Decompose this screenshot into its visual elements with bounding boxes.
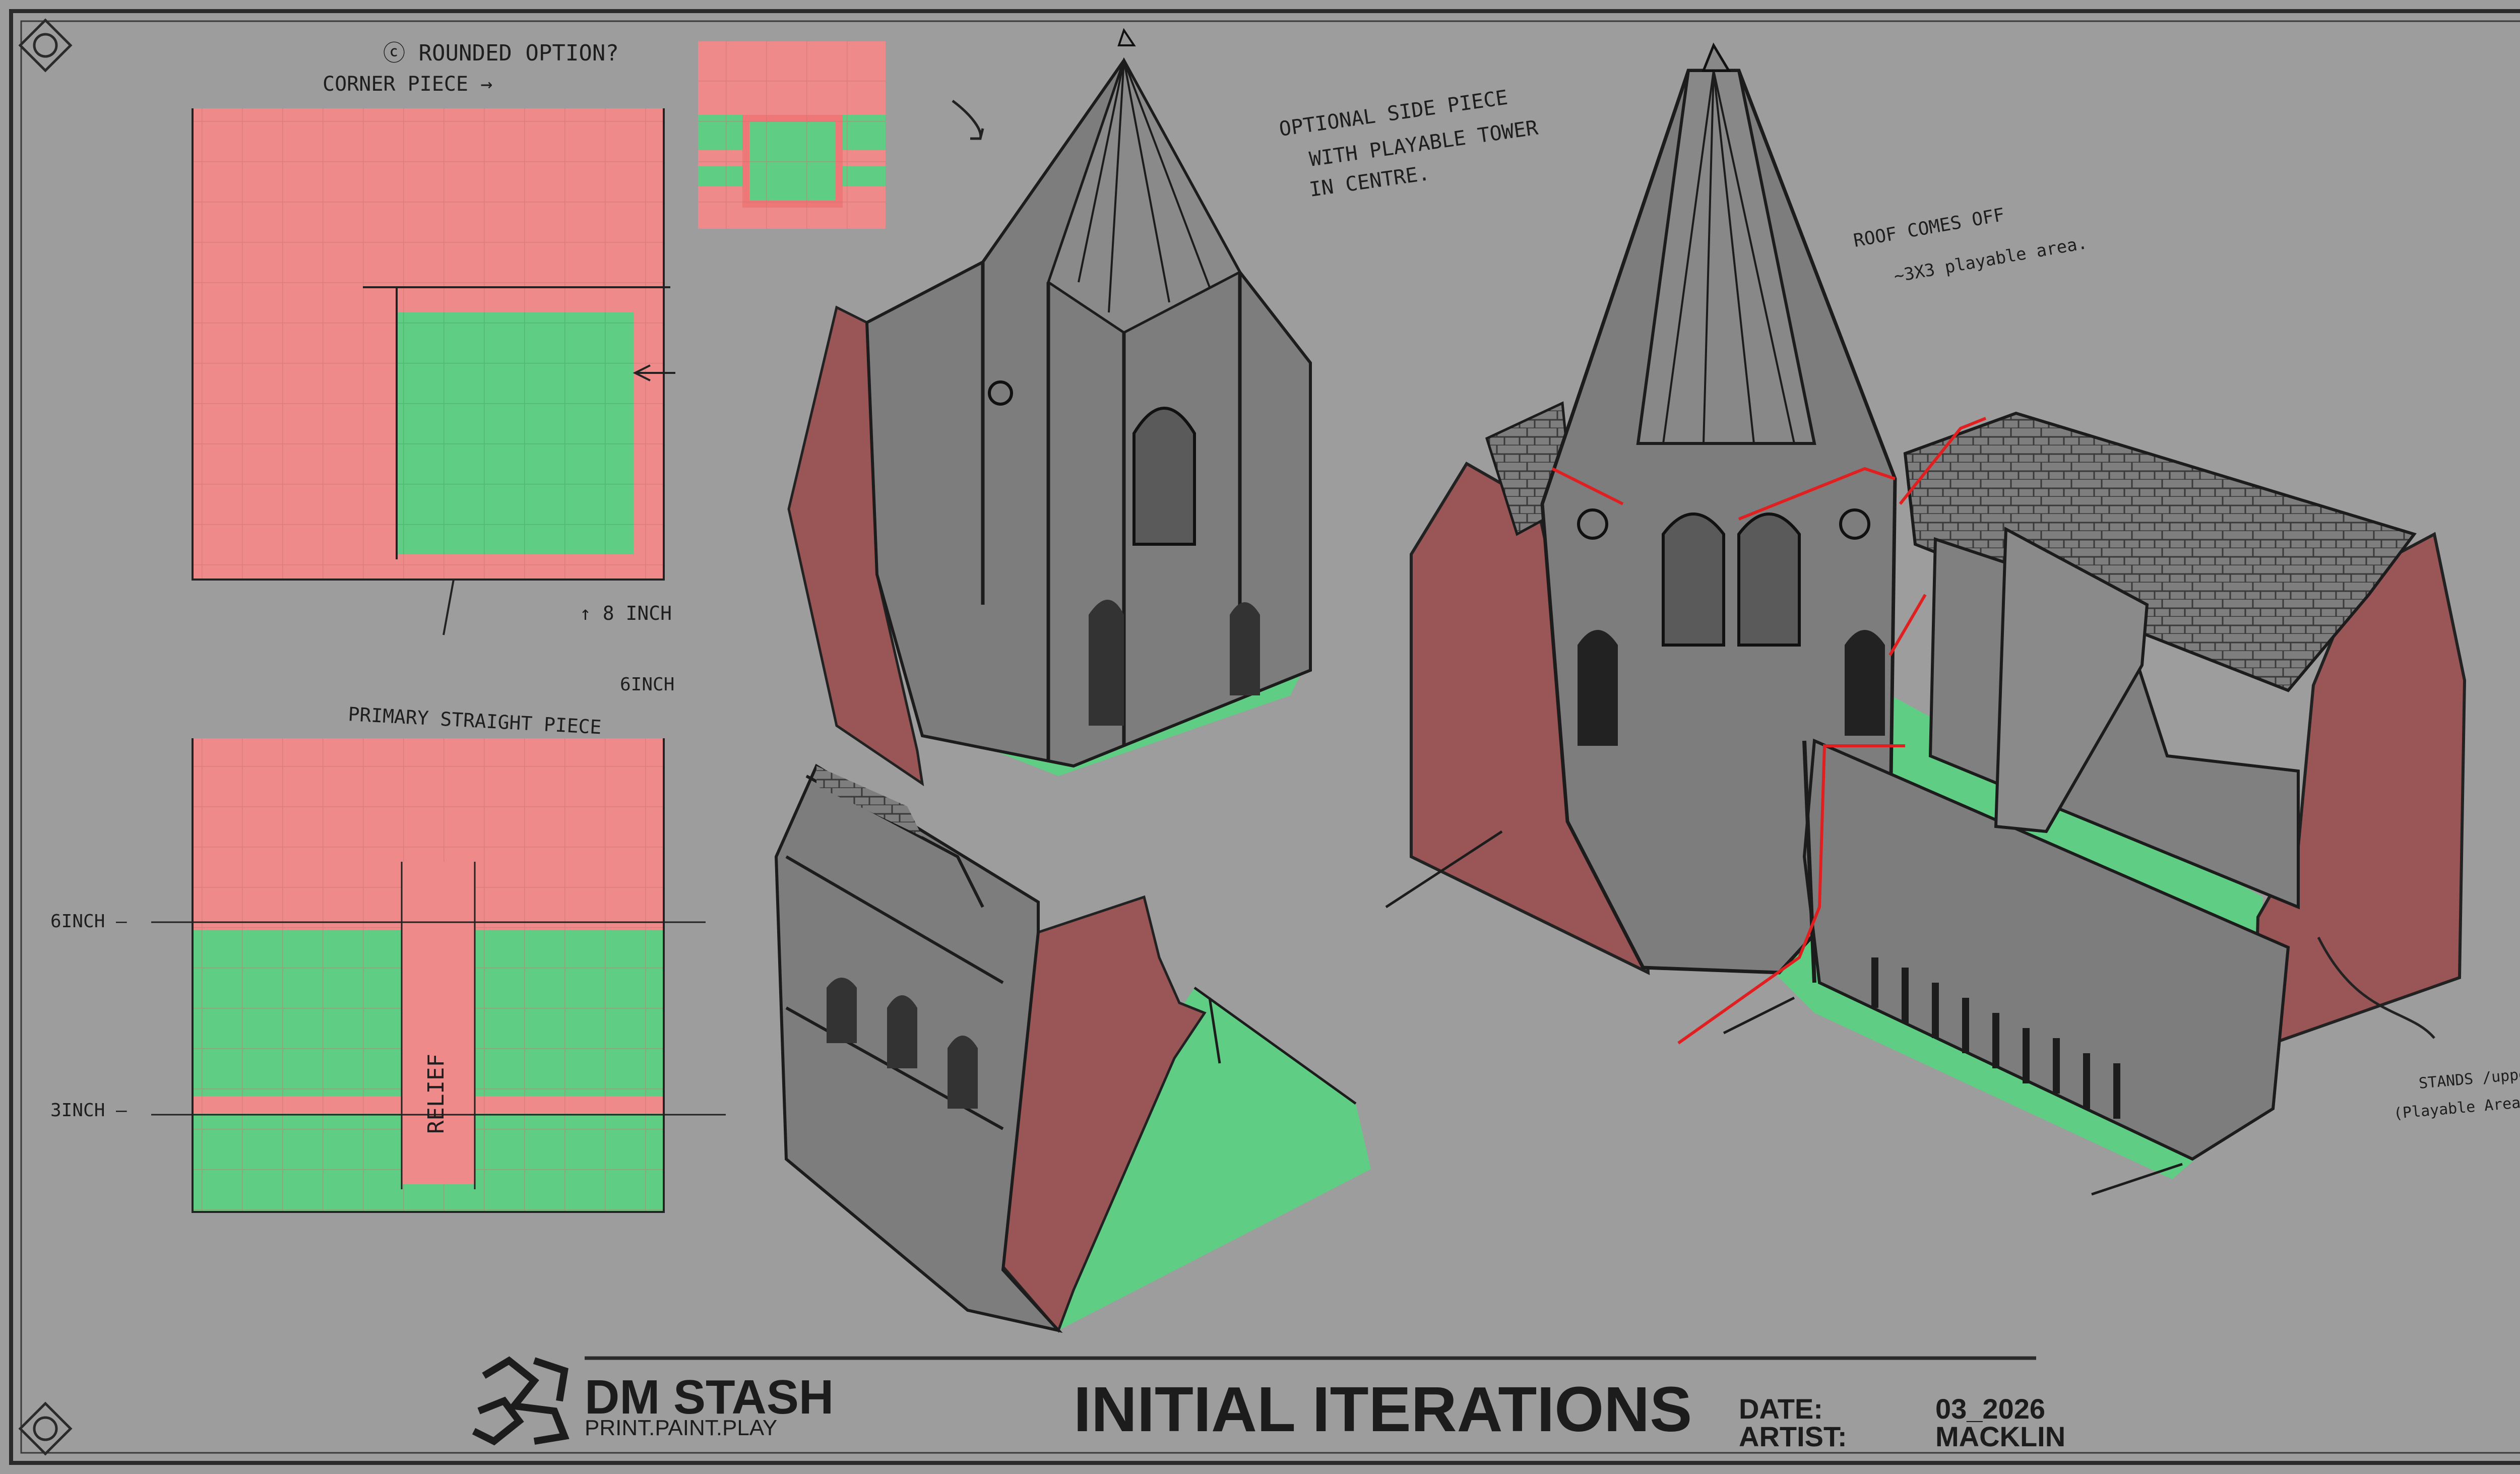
note-stands-1: STANDS /upper level [2418, 1060, 2520, 1093]
sheet-title: INITIAL ITERATIONS [1074, 1374, 1692, 1445]
note-relief: RELIEF [423, 1054, 449, 1134]
note-roof-2: ~3X3 playable area. [1893, 233, 2089, 287]
artist-value: MACKLIN [1935, 1421, 2065, 1452]
artist-label: ARTIST: [1739, 1421, 1847, 1452]
note-left-3inch: 3INCH — [50, 1100, 127, 1121]
corner-piece-plan [192, 108, 675, 635]
note-corner-piece: CORNER PIECE → [323, 73, 492, 96]
note-stands-2: (Playable Area) [2393, 1093, 2520, 1122]
brand-tagline: PRINT.PAINT.PLAY [585, 1416, 777, 1440]
side-piece-thumbnail [698, 41, 984, 229]
note-8-inch: ↑ 8 INCH [580, 602, 672, 624]
note-roof-1: ROOF COMES OFF [1852, 205, 2006, 251]
note-6-inch: 6INCH [620, 674, 674, 695]
date-label: DATE: [1739, 1393, 1823, 1425]
footer: DM STASH PRINT.PAINT.PLAY INITIAL ITERAT… [472, 1356, 2065, 1452]
note-left-6inch: 6INCH — [50, 911, 127, 932]
sheet-canvas: ⓒ ROUNDED OPTION? CORNER PIECE → OPTIONA… [9, 9, 2520, 1465]
side-piece-sketch [774, 763, 1371, 1333]
note-rounded-option: ⓒ ROUNDED OPTION? [383, 40, 619, 66]
dm-stash-logo-icon [472, 1356, 570, 1446]
note-primary-straight: PRIMARY STRAIGHT PIECE [348, 703, 602, 738]
straight-piece-plan [151, 738, 726, 1213]
concept-sheet: ⓒ ROUNDED OPTION? CORNER PIECE → OPTIONA… [0, 0, 2520, 1474]
date-value: 03_2026 [1935, 1393, 2045, 1425]
